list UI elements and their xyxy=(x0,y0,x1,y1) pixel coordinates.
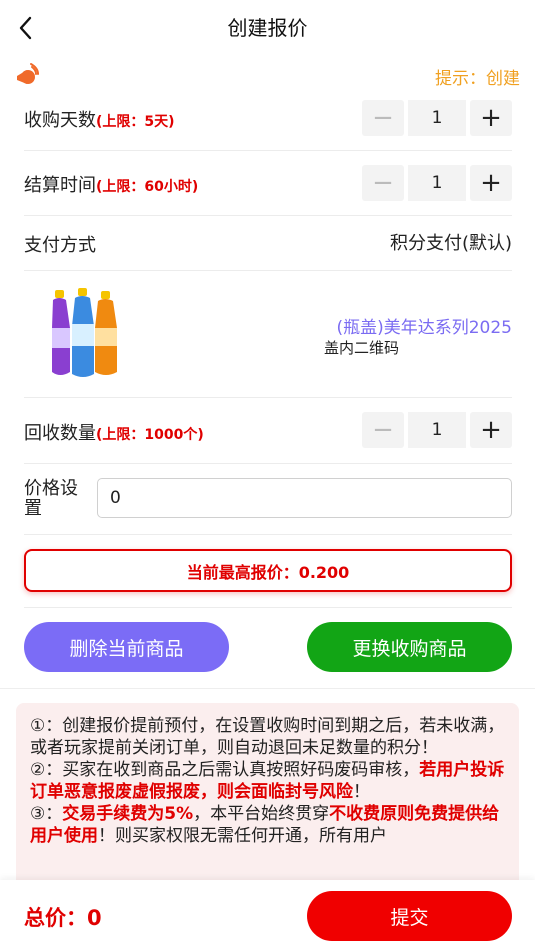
recycle-qty-limit: (上限：1000个) xyxy=(96,427,204,443)
decrement-button[interactable]: − xyxy=(362,412,404,448)
rule-3-prefix: ③： xyxy=(30,804,63,824)
rule-2-end: ！ xyxy=(353,782,370,802)
settle-time-limit: (上限：60小时) xyxy=(96,179,199,195)
rule-2: ②：买家在收到商品之后需认真按照好码废码审核，若用户投诉订单恶意报废虚假报废，则… xyxy=(30,759,507,803)
divider xyxy=(24,463,512,464)
product-subtitle: 盖内二维码 xyxy=(324,339,400,357)
divider xyxy=(24,397,512,398)
price-label: 价格设置 xyxy=(24,478,78,519)
recycle-qty-label: 回收数量(上限：1000个) xyxy=(24,419,204,445)
collect-days-value[interactable]: 1 xyxy=(408,100,466,136)
section-divider xyxy=(0,688,535,689)
total-price: 总价：0 xyxy=(24,906,102,930)
divider xyxy=(24,215,512,216)
decrement-button[interactable]: − xyxy=(362,165,404,201)
settle-time-value[interactable]: 1 xyxy=(408,165,466,201)
delete-product-button[interactable]: 删除当前商品 xyxy=(24,622,229,672)
page-title: 创建报价 xyxy=(227,16,308,40)
payment-label: 支付方式 xyxy=(24,235,96,256)
horn-icon xyxy=(14,62,40,88)
replace-product-button[interactable]: 更换收购商品 xyxy=(307,622,512,672)
divider xyxy=(24,150,512,151)
increment-button[interactable]: + xyxy=(470,412,512,448)
divider xyxy=(24,534,512,535)
settle-time-stepper: − 1 + xyxy=(362,165,512,201)
settle-time-label: 结算时间(上限：60小时) xyxy=(24,171,198,197)
rule-2-text: ②：买家在收到商品之后需认真按照好码废码审核， xyxy=(30,760,420,780)
rule-1: ①：创建报价提前预付，在设置收购时间到期之后，若未收满，或者玩家提前关闭订单，则… xyxy=(30,716,505,758)
collect-days-limit: (上限：5天) xyxy=(96,114,175,130)
rule-3-text: ，本平台始终贯穿 xyxy=(193,804,330,824)
rule-3-end: ！则买家权限无需任何开通，所有用户 xyxy=(98,826,387,846)
rule-3: ③：交易手续费为5%，本平台始终贯穿不收费原则免费提供给用户使用！则买家权限无需… xyxy=(30,803,507,847)
product-name[interactable]: (瓶盖)美年达系列2025 xyxy=(336,313,512,338)
settle-time-label-text: 结算时间 xyxy=(24,175,96,196)
divider xyxy=(24,270,512,271)
collect-days-label: 收购天数(上限：5天) xyxy=(24,106,175,132)
highest-offer-box: 当前最高报价：0.200 xyxy=(24,549,512,592)
recycle-qty-value[interactable]: 1 xyxy=(408,412,466,448)
recycle-qty-stepper: − 1 + xyxy=(362,412,512,448)
divider xyxy=(24,607,512,608)
notice-marquee: 提示：创建 xyxy=(435,69,520,89)
rules-text: ①：创建报价提前预付，在设置收购时间到期之后，若未收满，或者玩家提前关闭订单，则… xyxy=(30,715,507,847)
highest-offer-text: 当前最高报价：0.200 xyxy=(186,562,350,582)
submit-button[interactable]: 提交 xyxy=(307,891,512,941)
increment-button[interactable]: + xyxy=(470,100,512,136)
payment-value[interactable]: 积分支付(默认) xyxy=(390,229,512,255)
collect-days-stepper: − 1 + xyxy=(362,100,512,136)
collect-days-label-text: 收购天数 xyxy=(24,110,96,131)
product-image xyxy=(48,288,120,380)
decrement-button[interactable]: − xyxy=(362,100,404,136)
recycle-qty-label-text: 回收数量 xyxy=(24,423,96,444)
rules-info-box: ①：创建报价提前预付，在设置收购时间到期之后，若未收满，或者玩家提前关闭订单，则… xyxy=(16,703,519,893)
increment-button[interactable]: + xyxy=(470,165,512,201)
rule-3-fee: 交易手续费为5% xyxy=(62,804,194,824)
price-input[interactable] xyxy=(97,478,512,518)
